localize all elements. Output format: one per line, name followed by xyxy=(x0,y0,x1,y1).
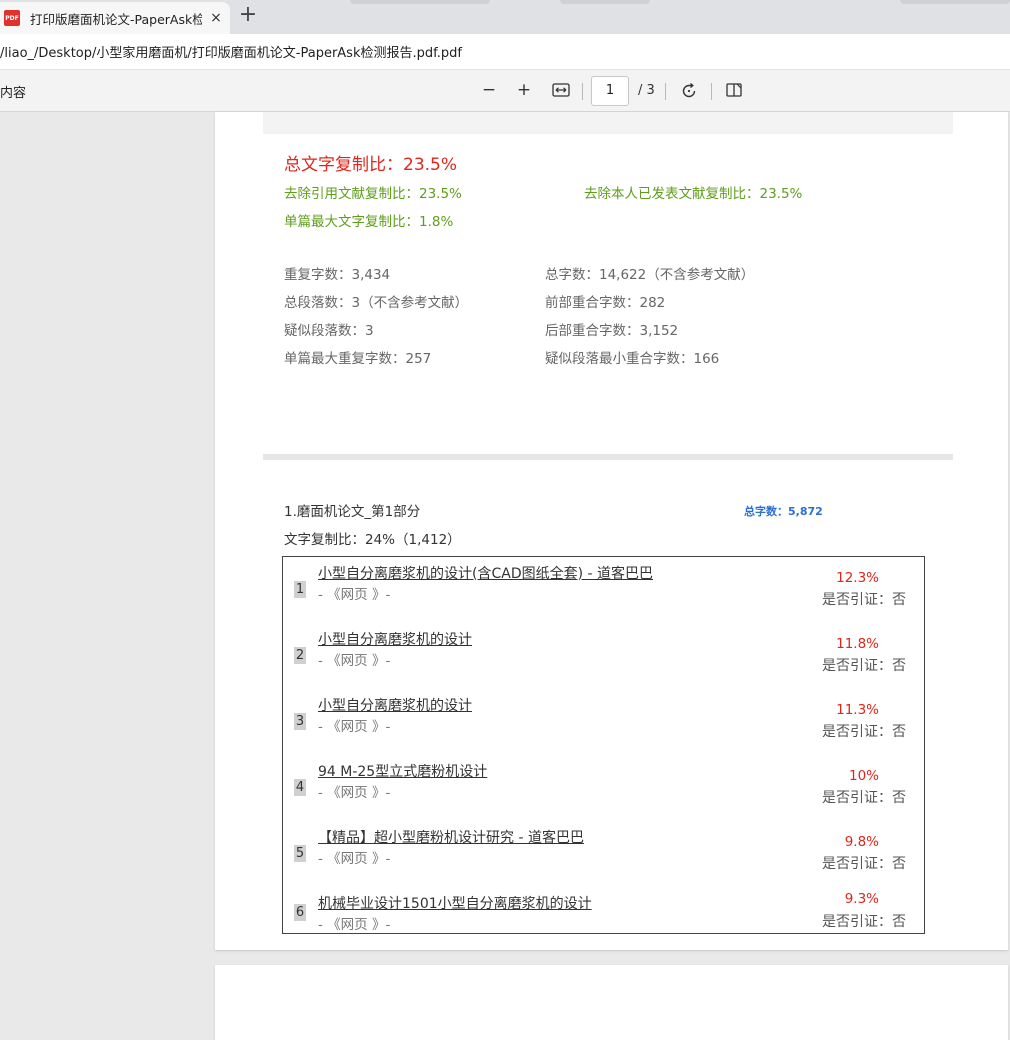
pdf-page-2 xyxy=(215,965,1008,1040)
reference-title-link[interactable]: 【精品】超小型磨粉机设计研究 - 道客巴巴 xyxy=(318,827,584,847)
max-single-ratio: 单篇最大文字复制比：1.8% xyxy=(284,214,454,230)
reference-title-link[interactable]: 94 M-25型立式磨粉机设计 xyxy=(318,761,487,781)
reference-cited: 是否引证：否 xyxy=(822,914,906,930)
reference-item: 4 94 M-25型立式磨粉机设计 - 《网页 》- 10% 是否引证：否 xyxy=(283,755,924,821)
reference-percent: 11.8% xyxy=(836,636,879,652)
pdf-toolbar: 内容 − + 1 / 3 xyxy=(0,70,1010,112)
active-tab[interactable]: PDF 打印版磨面机论文-PaperAsk检测 × xyxy=(0,2,230,34)
reference-cited: 是否引证：否 xyxy=(822,856,906,872)
reference-number: 4 xyxy=(294,779,306,796)
rotate-icon xyxy=(682,82,696,98)
section-divider xyxy=(263,454,953,460)
reference-source: - 《网页 》- xyxy=(318,785,391,801)
tab-strip: PDF 打印版磨面机论文-PaperAsk检测 × + xyxy=(0,0,1010,34)
pdf-viewer[interactable]: 总文字复制比：23.5% 去除引用文献复制比：23.5% 去除本人已发表文献复制… xyxy=(0,112,1010,1040)
reference-source: - 《网页 》- xyxy=(318,719,391,735)
exclude-self-ratio: 去除本人已发表文献复制比：23.5% xyxy=(584,186,803,202)
stat-front-overlap: 前部重合字数：282 xyxy=(545,295,666,311)
section-copy-ratio: 文字复制比：24%（1,412） xyxy=(284,532,461,548)
reference-title-link[interactable]: 小型自分离磨浆机的设计 xyxy=(318,629,472,649)
header-band xyxy=(263,112,953,134)
stat-total-words: 总字数：14,622（不含参考文献） xyxy=(545,267,755,283)
toolbar-separator xyxy=(582,83,583,100)
reference-item: 6 机械毕业设计1501小型自分离磨浆机的设计 - 《网页 》- 9.3% 是否… xyxy=(283,877,924,933)
reference-item: 1 小型自分离磨浆机的设计(含CAD图纸全套) - 道客巴巴 - 《网页 》- … xyxy=(283,557,924,623)
stat-min-overlap: 疑似段落最小重合字数：166 xyxy=(545,351,720,367)
reference-percent: 10% xyxy=(848,768,879,784)
total-copy-ratio: 总文字复制比：23.5% xyxy=(284,155,458,175)
reference-number: 3 xyxy=(294,713,306,730)
tab-strip-decoration xyxy=(560,0,650,4)
reference-list: 1 小型自分离磨浆机的设计(含CAD图纸全套) - 道客巴巴 - 《网页 》- … xyxy=(282,556,925,934)
reference-cited: 是否引证：否 xyxy=(822,790,906,806)
stat-suspect-paragraphs: 疑似段落数：3 xyxy=(284,323,374,339)
reference-cited: 是否引证：否 xyxy=(822,724,906,740)
address-bar[interactable]: /liao_/Desktop/小型家用磨面机/打印版磨面机论文-PaperAsk… xyxy=(0,34,1010,70)
pdf-page-1: 总文字复制比：23.5% 去除引用文献复制比：23.5% 去除本人已发表文献复制… xyxy=(215,112,1008,950)
reference-percent: 9.3% xyxy=(844,891,879,907)
section-total-words: 总字数：5,872 xyxy=(744,505,823,518)
reference-number: 5 xyxy=(294,845,306,862)
tab-strip-decoration xyxy=(900,0,1010,4)
rotate-button[interactable] xyxy=(677,80,701,102)
reference-item: 2 小型自分离磨浆机的设计 - 《网页 》- 11.8% 是否引证：否 xyxy=(283,623,924,689)
reference-title-link[interactable]: 小型自分离磨浆机的设计 xyxy=(318,695,472,715)
two-page-view-button[interactable] xyxy=(722,80,746,102)
section-title: 1.磨面机论文_第1部分 xyxy=(284,504,421,520)
toolbar-separator xyxy=(665,83,666,100)
stat-back-overlap: 后部重合字数：3,152 xyxy=(545,323,679,339)
zoom-out-button[interactable]: − xyxy=(477,80,501,102)
reference-number: 6 xyxy=(294,904,306,921)
toolbar-separator xyxy=(711,83,712,100)
contents-label[interactable]: 内容 xyxy=(0,82,26,101)
exclude-citation-ratio: 去除引用文献复制比：23.5% xyxy=(284,186,462,202)
two-page-icon xyxy=(726,83,742,97)
reference-number: 1 xyxy=(294,581,306,598)
stat-max-single-repeat: 单篇最大重复字数：257 xyxy=(284,351,432,367)
url-text: /liao_/Desktop/小型家用磨面机/打印版磨面机论文-PaperAsk… xyxy=(0,46,462,61)
reference-cited: 是否引证：否 xyxy=(822,658,906,674)
reference-cited: 是否引证：否 xyxy=(822,592,906,608)
page-number-input[interactable]: 1 xyxy=(591,76,629,106)
reference-percent: 12.3% xyxy=(836,570,879,586)
reference-percent: 9.8% xyxy=(844,834,879,850)
pdf-file-icon: PDF xyxy=(4,10,20,26)
stat-total-paragraphs: 总段落数：3（不含参考文献） xyxy=(284,295,469,311)
fit-width-button[interactable] xyxy=(549,80,573,102)
reference-source: - 《网页 》- xyxy=(318,917,391,933)
zoom-in-button[interactable]: + xyxy=(512,80,536,102)
reference-title-link[interactable]: 机械毕业设计1501小型自分离磨浆机的设计 xyxy=(318,893,592,913)
new-tab-button[interactable]: + xyxy=(237,4,259,27)
reference-source: - 《网页 》- xyxy=(318,851,391,867)
tab-title: 打印版磨面机论文-PaperAsk检测 xyxy=(30,11,202,27)
reference-title-link[interactable]: 小型自分离磨浆机的设计(含CAD图纸全套) - 道客巴巴 xyxy=(318,563,653,583)
stat-repeat-words: 重复字数：3,434 xyxy=(284,267,391,283)
reference-source: - 《网页 》- xyxy=(318,587,391,603)
reference-source: - 《网页 》- xyxy=(318,653,391,669)
reference-number: 2 xyxy=(294,647,306,664)
page-total: / 3 xyxy=(638,83,655,98)
reference-percent: 11.3% xyxy=(836,702,879,718)
fit-width-icon xyxy=(552,83,570,97)
reference-item: 3 小型自分离磨浆机的设计 - 《网页 》- 11.3% 是否引证：否 xyxy=(283,689,924,755)
tab-strip-decoration xyxy=(350,0,490,4)
close-tab-icon[interactable]: × xyxy=(208,10,224,26)
